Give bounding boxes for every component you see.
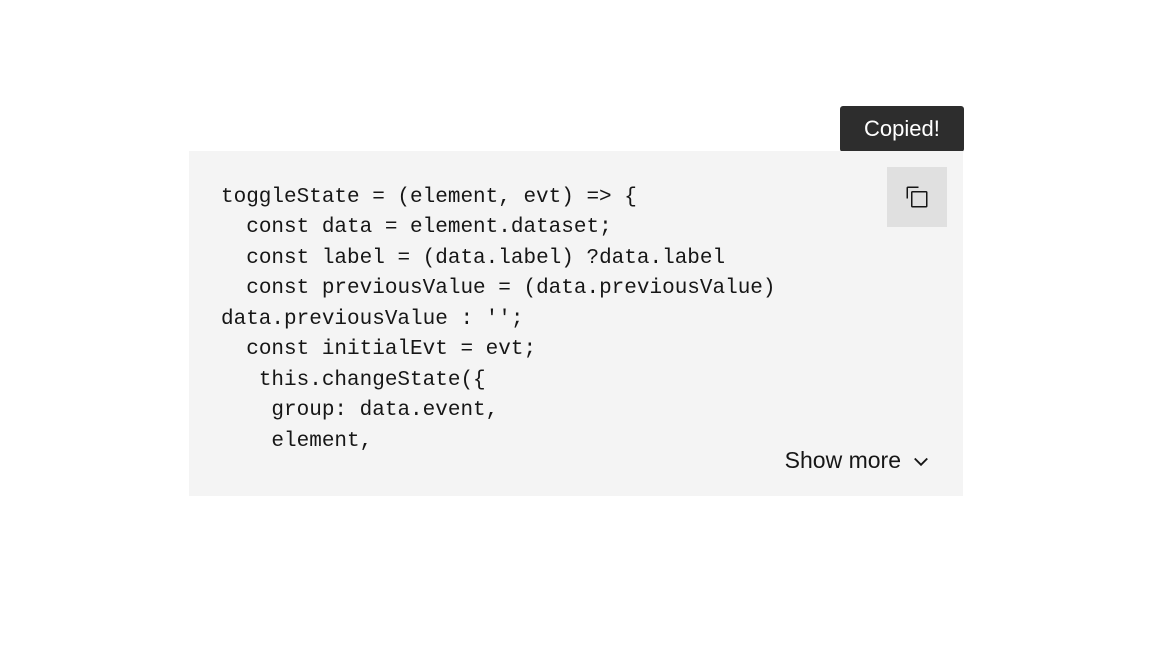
copy-button[interactable] xyxy=(887,167,947,227)
chevron-down-icon xyxy=(911,451,931,471)
copied-tooltip: Copied! xyxy=(840,106,964,152)
tooltip-text: Copied! xyxy=(864,116,940,141)
show-more-label: Show more xyxy=(785,447,901,474)
show-more-button[interactable]: Show more xyxy=(783,443,933,478)
code-snippet-block: toggleState = (element, evt) => { const … xyxy=(189,151,963,496)
code-content: toggleState = (element, evt) => { const … xyxy=(221,183,931,457)
copy-icon xyxy=(905,185,929,209)
